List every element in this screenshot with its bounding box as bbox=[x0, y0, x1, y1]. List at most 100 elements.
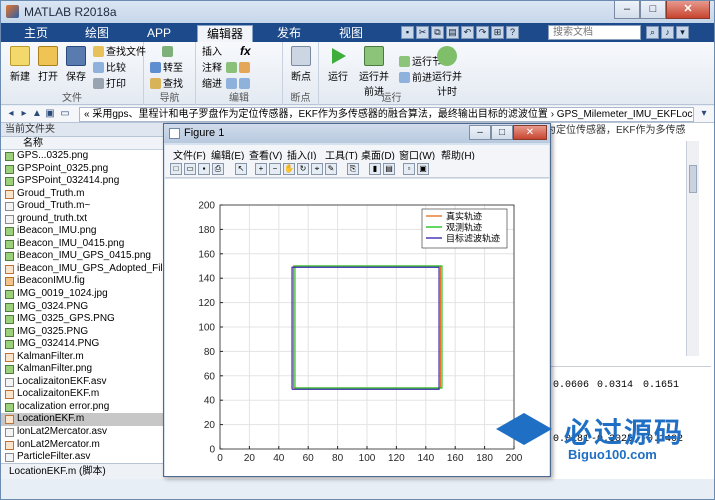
tab-editor[interactable]: 编辑器 bbox=[197, 25, 253, 42]
file-list-item[interactable]: LocalizaitonEKF.asv bbox=[1, 376, 164, 389]
name-column-header[interactable]: 名称 bbox=[1, 137, 164, 150]
file-list-item[interactable]: ground_truth.txt bbox=[1, 213, 164, 226]
file-list-item[interactable]: GPSPoint_032414.png bbox=[1, 175, 164, 188]
switch-window-icon[interactable]: ⊞ bbox=[491, 26, 504, 39]
insert-button[interactable]: 插入 bbox=[202, 46, 222, 60]
breakpoint-group-label: 断点 bbox=[290, 93, 311, 104]
current-folder-path[interactable]: « 采用gps、里程计和电子罗盘作为定位传感器，EKF作为多传感器的融合算法，最… bbox=[79, 107, 694, 122]
file-list-item[interactable]: Groud_Truth.m bbox=[1, 188, 164, 201]
file-list-item[interactable]: Groud_Truth.m~ bbox=[1, 200, 164, 213]
file-list-item[interactable]: IMG_032414.PNG bbox=[1, 338, 164, 351]
scrollbar-thumb[interactable] bbox=[689, 165, 697, 193]
breakpoints-button[interactable]: 断点 bbox=[286, 46, 316, 83]
editor-scrollbar[interactable] bbox=[686, 141, 699, 356]
file-list-item[interactable]: iBeacon_IMU_0415.png bbox=[1, 238, 164, 251]
y-tick-label: 40 bbox=[204, 396, 216, 407]
file-type-icon bbox=[5, 189, 14, 199]
file-list-item[interactable]: IMG_0325_GPS.PNG bbox=[1, 313, 164, 326]
browse-folder-icon[interactable]: ▣ bbox=[44, 108, 56, 120]
quick-paste-icon[interactable]: ▤ bbox=[446, 26, 459, 39]
fx-button[interactable]: fx bbox=[240, 44, 251, 58]
rotate-icon[interactable]: ↻ bbox=[297, 163, 309, 175]
goto-button[interactable]: 转至 bbox=[150, 62, 183, 76]
open-button[interactable]: 打开 bbox=[33, 46, 63, 83]
undo-icon[interactable]: ↶ bbox=[461, 26, 474, 39]
data-cursor-icon[interactable]: ⌖ bbox=[311, 163, 323, 175]
quick-cut-icon[interactable]: ✂ bbox=[416, 26, 429, 39]
file-list-item[interactable]: KalmanFilter.png bbox=[1, 363, 164, 376]
new-button[interactable]: 新建 bbox=[5, 46, 35, 83]
file-list-item[interactable]: LocalizaitonEKF.m bbox=[1, 388, 164, 401]
save-figure-icon[interactable]: ▪ bbox=[198, 163, 210, 175]
file-list-item[interactable]: ParticleFilter.asv bbox=[1, 451, 164, 464]
new-figure-icon[interactable]: □ bbox=[170, 163, 182, 175]
back-icon[interactable]: ◂ bbox=[5, 108, 17, 120]
colorbar-icon[interactable]: ▮ bbox=[369, 163, 381, 175]
show-tools-icon[interactable]: ▣ bbox=[417, 163, 429, 175]
figure-maximize-button[interactable]: □ bbox=[491, 125, 513, 140]
file-list-item[interactable]: GPSPoint_0325.png bbox=[1, 163, 164, 176]
print-figure-icon[interactable]: ⎙ bbox=[212, 163, 224, 175]
open-file-icon[interactable]: ▭ bbox=[184, 163, 196, 175]
zoom-out-icon[interactable]: − bbox=[269, 163, 281, 175]
comment-button[interactable]: 注释 bbox=[202, 62, 222, 76]
pan-icon[interactable]: ✋ bbox=[283, 163, 295, 175]
file-list-item[interactable]: GPS...0325.png bbox=[1, 150, 164, 163]
maximize-button[interactable]: □ bbox=[640, 1, 666, 19]
file-name: ground_truth.txt bbox=[17, 212, 88, 224]
advance-button[interactable]: 前进 bbox=[399, 72, 432, 86]
quick-save-icon[interactable]: ▪ bbox=[401, 26, 414, 39]
matlab-window: MATLAB R2018a – □ ✕ 主页 绘图 APP 编辑器 发布 视图 … bbox=[0, 0, 715, 500]
file-list-item[interactable]: localization error.png bbox=[1, 401, 164, 414]
file-list-item[interactable]: lonLat2Mercator.m bbox=[1, 439, 164, 452]
zoom-in-icon[interactable]: + bbox=[255, 163, 267, 175]
save-button[interactable]: 保存 bbox=[61, 46, 91, 83]
tab-publish[interactable]: 发布 bbox=[263, 25, 315, 42]
file-list-item[interactable]: IMG_0019_1024.jpg bbox=[1, 288, 164, 301]
tab-plots[interactable]: 绘图 bbox=[71, 25, 123, 42]
figure-close-button[interactable]: ✕ bbox=[513, 125, 547, 140]
help-icon[interactable]: ? bbox=[506, 26, 519, 39]
file-name: iBeacon_IMU.png bbox=[17, 225, 97, 237]
file-list-item[interactable]: IMG_0325.PNG bbox=[1, 326, 164, 339]
forward-icon[interactable]: ▸ bbox=[18, 108, 30, 120]
file-group: 新建 打开 保存 查找文件 比较 打印 文件 bbox=[1, 42, 146, 105]
notification-icon[interactable]: ♪ bbox=[661, 26, 674, 39]
file-list-item[interactable]: iBeacon_IMU.png bbox=[1, 225, 164, 238]
hide-tools-icon[interactable]: ▫ bbox=[403, 163, 415, 175]
up-folder-icon[interactable]: ▲ bbox=[31, 108, 43, 120]
expand-icon[interactable]: ▾ bbox=[676, 26, 689, 39]
back-forward-button[interactable] bbox=[162, 46, 175, 60]
file-list-item[interactable]: iBeaconIMU.fig bbox=[1, 275, 164, 288]
file-list-item[interactable]: iBeacon_IMU_GPS_Adopted_Fil... bbox=[1, 263, 164, 276]
search-input[interactable]: 搜索文档 bbox=[548, 25, 641, 40]
close-button[interactable]: ✕ bbox=[666, 1, 710, 19]
tab-apps[interactable]: APP bbox=[133, 25, 185, 42]
pointer-icon[interactable]: ↖ bbox=[235, 163, 247, 175]
figure-window: Figure 1 – □ ✕ 文件(F) 编辑(E) 查看(V) 插入(I) 工… bbox=[163, 123, 551, 477]
legend-icon[interactable]: ▤ bbox=[383, 163, 395, 175]
file-name: ParticleFilter.asv bbox=[17, 451, 91, 463]
file-list-item[interactable]: LocationEKF.m bbox=[1, 413, 164, 427]
compare-button[interactable]: 比较 bbox=[93, 62, 126, 76]
brush-icon[interactable]: ✎ bbox=[325, 163, 337, 175]
link-plot-icon[interactable]: ⎘ bbox=[347, 163, 359, 175]
redo-icon[interactable]: ↷ bbox=[476, 26, 489, 39]
tab-home[interactable]: 主页 bbox=[13, 25, 59, 42]
file-list-item[interactable]: iBeacon_IMU_GPS_0415.png bbox=[1, 250, 164, 263]
percent-icon bbox=[226, 62, 237, 73]
file-type-icon bbox=[5, 340, 14, 350]
file-list-item[interactable]: lonLat2Mercator.asv bbox=[1, 426, 164, 439]
search-icon[interactable]: ⌕ bbox=[646, 26, 659, 39]
compare-icon bbox=[93, 62, 104, 73]
minimize-button[interactable]: – bbox=[614, 1, 640, 19]
file-list-item[interactable]: IMG_0324.PNG bbox=[1, 301, 164, 314]
figure-minimize-button[interactable]: – bbox=[469, 125, 491, 140]
file-list-item[interactable]: KalmanFilter.m bbox=[1, 351, 164, 364]
find-files-button[interactable]: 查找文件 bbox=[93, 46, 146, 60]
comment-tools[interactable] bbox=[226, 62, 252, 76]
path-dropdown-icon[interactable]: ▾ bbox=[698, 108, 710, 120]
quick-copy-icon[interactable]: ⧉ bbox=[431, 26, 444, 39]
tab-view[interactable]: 视图 bbox=[325, 25, 377, 42]
run-button[interactable]: 运行 bbox=[323, 46, 353, 83]
